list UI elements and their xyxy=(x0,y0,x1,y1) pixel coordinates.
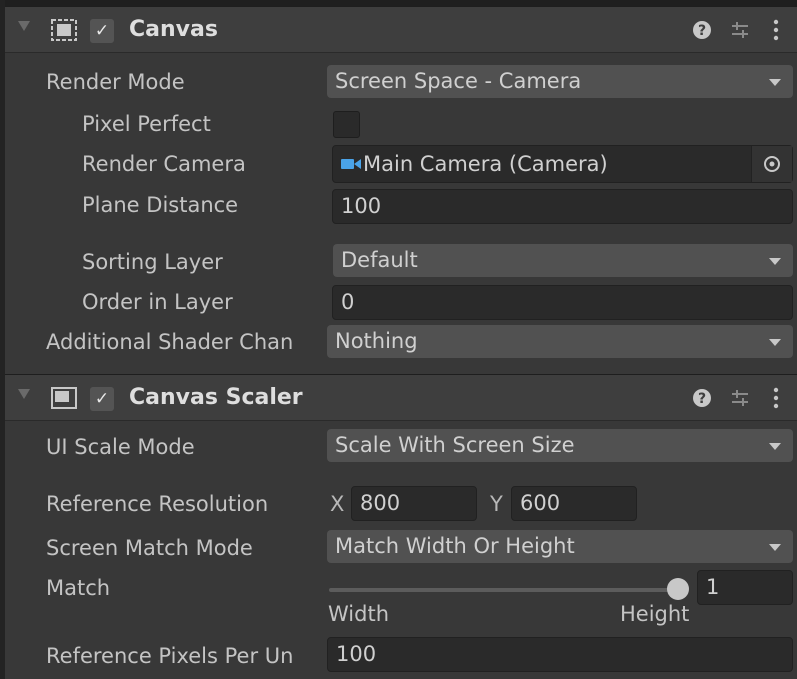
reference-pixels-label: Reference Pixels Per Un xyxy=(46,644,294,668)
chevron-down-icon xyxy=(769,544,781,551)
plane-distance-label: Plane Distance xyxy=(82,193,239,217)
canvas-title: Canvas xyxy=(129,17,218,42)
render-camera-value: Main Camera (Camera) xyxy=(363,152,608,176)
y-axis-label: Y xyxy=(490,492,503,516)
ui-scale-mode-label: UI Scale Mode xyxy=(46,435,195,459)
render-camera-label: Render Camera xyxy=(82,152,246,176)
sorting-layer-dropdown[interactable]: Default xyxy=(333,244,793,277)
shader-channels-dropdown[interactable]: Nothing xyxy=(327,325,793,358)
match-value-input[interactable]: 1 xyxy=(697,570,793,605)
shader-channels-value: Nothing xyxy=(335,329,418,353)
sorting-layer-label: Sorting Layer xyxy=(82,250,223,274)
presets-icon[interactable] xyxy=(729,387,751,409)
camera-icon xyxy=(341,159,361,169)
reference-pixels-input[interactable]: 100 xyxy=(327,637,793,672)
reference-resolution-label: Reference Resolution xyxy=(46,492,269,516)
ui-scale-mode-value: Scale With Screen Size xyxy=(335,433,575,457)
render-camera-field[interactable]: Main Camera (Camera) xyxy=(332,145,793,183)
pixel-perfect-label: Pixel Perfect xyxy=(82,112,211,136)
object-picker-icon xyxy=(764,156,780,172)
match-slider-handle[interactable] xyxy=(667,578,689,600)
reference-resolution-y-input[interactable]: 600 xyxy=(511,486,637,521)
chevron-down-icon xyxy=(769,79,781,86)
canvas-component-icon xyxy=(51,19,77,41)
match-min-label: Width xyxy=(328,602,390,626)
chevron-down-icon xyxy=(769,339,781,346)
match-slider-track[interactable] xyxy=(329,588,679,592)
presets-icon[interactable] xyxy=(729,19,751,41)
help-icon[interactable]: ? xyxy=(691,19,713,41)
match-max-label: Height xyxy=(620,602,690,626)
chevron-down-icon xyxy=(769,258,781,265)
canvas-scaler-component-icon xyxy=(51,387,77,409)
left-border xyxy=(0,0,5,679)
reference-resolution-x-input[interactable]: 800 xyxy=(351,486,477,521)
svg-text:?: ? xyxy=(698,23,706,39)
canvas-component-header[interactable]: ✓ Canvas ? xyxy=(5,6,797,53)
canvas-enabled-checkbox[interactable]: ✓ xyxy=(90,19,114,43)
screen-match-mode-dropdown[interactable]: Match Width Or Height xyxy=(327,530,793,563)
help-icon[interactable]: ? xyxy=(691,387,713,409)
plane-distance-input[interactable]: 100 xyxy=(332,189,793,224)
triangle-down-icon[interactable] xyxy=(18,389,30,399)
canvas-scaler-component-header[interactable]: ✓ Canvas Scaler ? xyxy=(5,374,797,421)
canvas-scaler-title: Canvas Scaler xyxy=(129,385,303,410)
screen-match-mode-value: Match Width Or Height xyxy=(335,534,575,558)
sorting-layer-value: Default xyxy=(341,248,418,272)
x-axis-label: X xyxy=(330,492,345,516)
render-mode-dropdown[interactable]: Screen Space - Camera xyxy=(327,65,793,98)
match-label: Match xyxy=(46,576,111,600)
ui-scale-mode-dropdown[interactable]: Scale With Screen Size xyxy=(327,429,793,462)
shader-channels-label: Additional Shader Chan xyxy=(46,330,294,354)
screen-match-mode-label: Screen Match Mode xyxy=(46,536,253,560)
kebab-menu-icon[interactable] xyxy=(770,18,782,42)
canvas-scaler-enabled-checkbox[interactable]: ✓ xyxy=(90,387,114,411)
object-picker-button[interactable] xyxy=(751,146,792,182)
triangle-down-icon[interactable] xyxy=(18,21,30,31)
render-mode-label: Render Mode xyxy=(46,70,185,94)
render-mode-value: Screen Space - Camera xyxy=(335,69,582,93)
order-in-layer-label: Order in Layer xyxy=(82,290,233,314)
kebab-menu-icon[interactable] xyxy=(770,386,782,410)
svg-text:?: ? xyxy=(698,391,706,407)
order-in-layer-input[interactable]: 0 xyxy=(332,285,793,320)
chevron-down-icon xyxy=(769,443,781,450)
pixel-perfect-checkbox[interactable] xyxy=(333,111,360,138)
